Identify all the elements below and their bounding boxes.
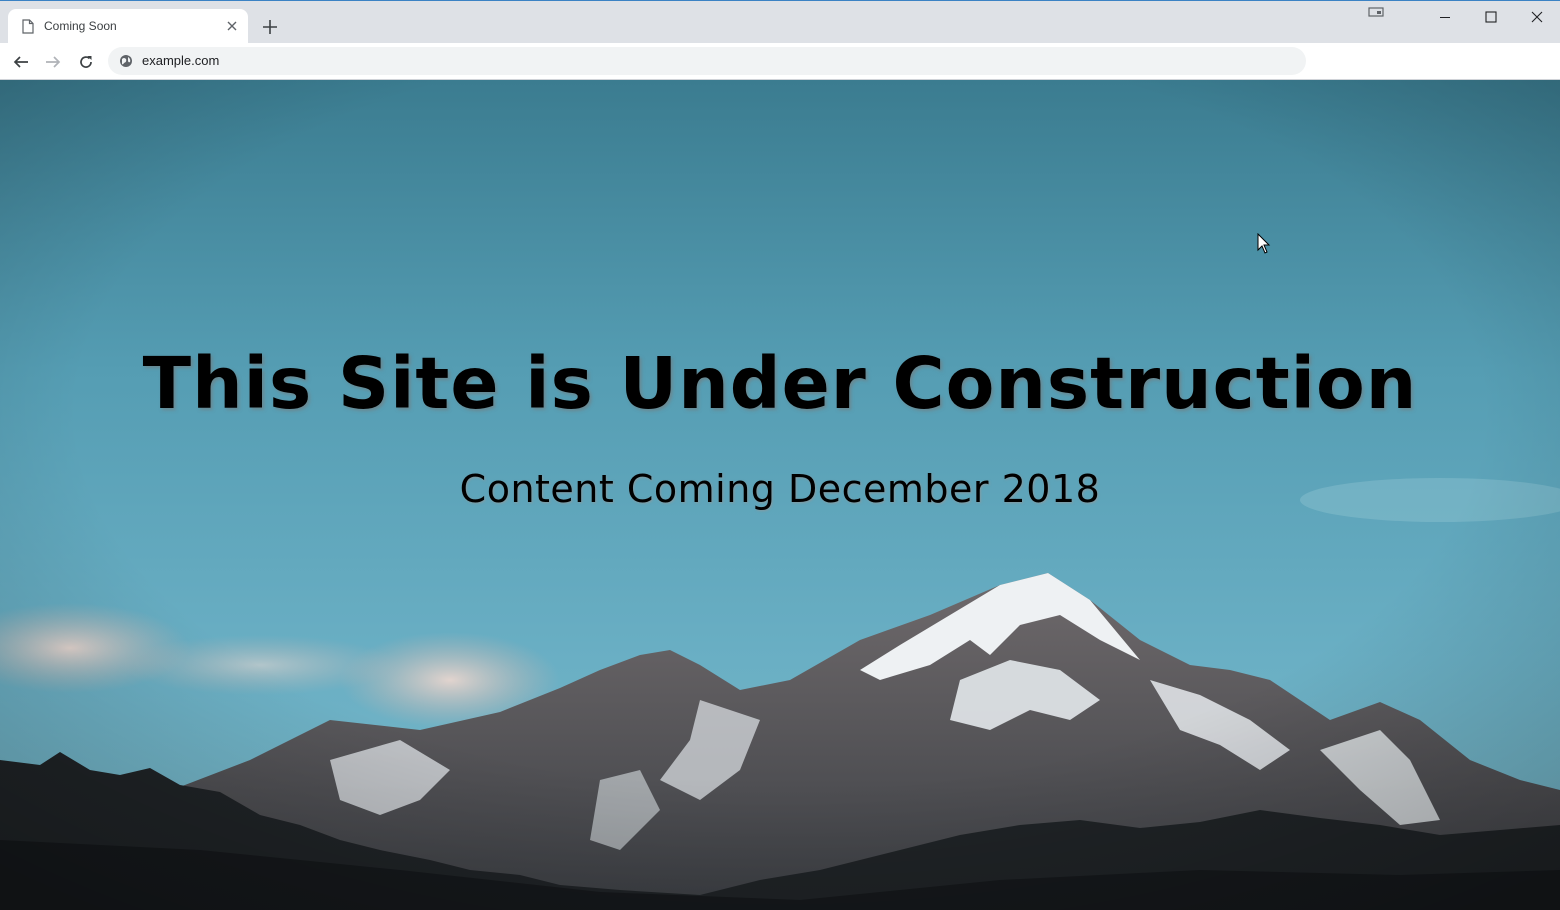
url-text: example.com [142, 53, 220, 68]
arrow-right-icon [46, 56, 61, 68]
maximize-icon [1485, 11, 1497, 23]
reload-button[interactable] [75, 51, 97, 73]
cast-icon[interactable] [1368, 7, 1384, 19]
browser-toolbar: example.com [0, 43, 1560, 80]
back-button[interactable] [10, 51, 32, 73]
close-window-button[interactable] [1514, 5, 1560, 29]
tab-close-icon[interactable] [224, 18, 240, 34]
mouse-cursor-icon [1257, 233, 1271, 254]
tab-coming-soon[interactable]: Coming Soon [8, 9, 248, 44]
close-icon [1531, 11, 1543, 23]
address-bar[interactable]: example.com [108, 47, 1306, 75]
reload-icon [80, 56, 92, 68]
page-icon [22, 19, 34, 34]
minimize-button[interactable] [1422, 5, 1468, 29]
new-tab-plus-icon[interactable] [260, 17, 280, 37]
page-headline: This Site is Under Construction [142, 342, 1418, 425]
globe-icon[interactable] [119, 54, 133, 68]
page-subheadline: Content Coming December 2018 [459, 467, 1101, 511]
tab-title: Coming Soon [44, 19, 117, 33]
page-viewport: This Site is Under Construction Content … [0, 80, 1560, 910]
minimize-icon [1440, 17, 1450, 18]
arrow-left-icon [13, 56, 28, 68]
forward-button[interactable] [42, 51, 64, 73]
maximize-button[interactable] [1468, 5, 1514, 29]
title-bar: Coming Soon [0, 0, 1560, 44]
